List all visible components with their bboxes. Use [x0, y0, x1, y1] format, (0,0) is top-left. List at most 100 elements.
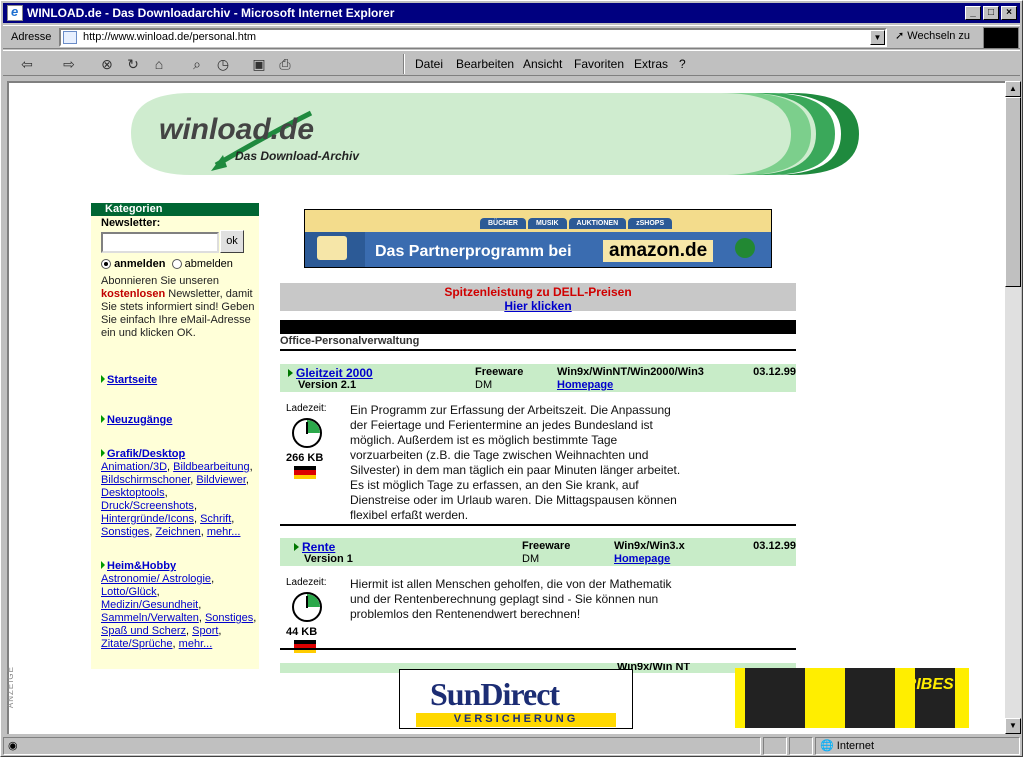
- newsletter-ok-button[interactable]: ok: [220, 230, 244, 253]
- load-time-label: Ladezeit:: [286, 577, 327, 588]
- forward-icon[interactable]: ⇨: [59, 54, 79, 74]
- menu-ansicht[interactable]: Ansicht: [523, 57, 562, 71]
- minimize-button[interactable]: _: [965, 6, 981, 20]
- link-lotto[interactable]: Lotto/Glück: [101, 586, 157, 598]
- browser-window: WINLOAD.de - Das Downloadarchiv - Micros…: [0, 0, 1023, 757]
- link-hintergruende[interactable]: Hintergründe/Icons: [101, 513, 194, 525]
- link-sport[interactable]: Sport: [192, 625, 218, 637]
- sundirect-subtitle: VERSICHERUNG: [416, 713, 616, 727]
- german-flag-icon: [294, 640, 316, 653]
- program-name-link[interactable]: Rente: [302, 540, 335, 554]
- radio-abmelden-label: abmelden: [184, 258, 233, 270]
- radio-anmelden[interactable]: [101, 259, 111, 270]
- globe-zone-icon: 🌐: [820, 740, 834, 752]
- clock-icon: [292, 592, 322, 622]
- file-size: 44 KB: [286, 626, 318, 638]
- menu-favoriten[interactable]: Favoriten: [574, 57, 624, 71]
- black-divider: [280, 320, 796, 334]
- link-zeichnen[interactable]: Zeichnen: [155, 526, 200, 538]
- nav-grafik[interactable]: Grafik/Desktop: [107, 448, 185, 460]
- dell-headline: Spitzenleistung zu DELL-Preisen: [444, 285, 632, 299]
- program-description: Hiermit ist allen Menschen geholfen, die…: [350, 577, 672, 621]
- link-sammeln[interactable]: Sammeln/Verwalten: [101, 612, 199, 624]
- amazon-ad-banner[interactable]: BÜCHER MUSIK AUKTIONEN zSHOPS Das Partne…: [304, 209, 772, 268]
- print-icon[interactable]: ⎙: [275, 54, 295, 74]
- program-license: Freeware: [475, 366, 524, 378]
- sidebar: Kategorien Newsletter: ok anmelden abmel…: [91, 203, 259, 669]
- nav-heim[interactable]: Heim&Hobby: [107, 560, 176, 572]
- home-icon[interactable]: ⌂: [149, 54, 169, 74]
- history-icon[interactable]: ◷: [213, 54, 233, 74]
- menu-extras[interactable]: Extras: [634, 57, 668, 71]
- link-schrift[interactable]: Schrift: [200, 513, 231, 525]
- nav-neuzugaenge[interactable]: Neuzugänge: [101, 414, 172, 427]
- link-animation[interactable]: Animation/3D: [101, 461, 167, 473]
- link-bildviewer[interactable]: Bildviewer: [196, 474, 246, 486]
- sundirect-title: SunDirect: [430, 676, 560, 712]
- fullscreen-icon[interactable]: ▣: [249, 54, 269, 74]
- link-astronomie[interactable]: Astronomie/ Astrologie: [101, 573, 211, 585]
- program-description: Ein Programm zur Erfassung der Arbeitsze…: [350, 403, 681, 522]
- scroll-thumb[interactable]: [1005, 97, 1021, 287]
- link-heim-sonstiges[interactable]: Sonstiges: [205, 612, 253, 624]
- refresh-icon[interactable]: ↻: [123, 54, 143, 74]
- go-button[interactable]: ➚ Wechseln zu: [895, 29, 970, 42]
- radio-abmelden[interactable]: [171, 259, 182, 270]
- toolbar: ⇦ ⇨ ⊗ ↻ ⌂ ⌕ ◷ ▣ ⎙ Datei Bearbeiten Ansic…: [3, 50, 1020, 76]
- zone-indicator: 🌐 Internet: [815, 737, 1020, 755]
- tribes-ad[interactable]: TRIBES: [735, 668, 969, 728]
- close-button[interactable]: ×: [1001, 6, 1017, 20]
- program-homepage-link[interactable]: Homepage: [614, 553, 670, 565]
- program-homepage-link[interactable]: Homepage: [557, 379, 613, 391]
- program-currency: DM: [522, 553, 540, 565]
- back-icon[interactable]: ⇦: [17, 54, 37, 74]
- link-druck[interactable]: Druck/Screenshots: [101, 500, 194, 512]
- program-version: Version 2.1: [298, 379, 357, 391]
- address-input[interactable]: http://www.winload.de/personal.htm ▼: [59, 28, 887, 47]
- link-spass[interactable]: Spaß und Scherz: [101, 625, 186, 637]
- scroll-down-icon[interactable]: ▼: [1005, 718, 1021, 734]
- nav-startseite[interactable]: Startseite: [101, 374, 157, 387]
- category-heim: Heim&Hobby Astronomie/ Astrologie, Lotto…: [101, 560, 257, 651]
- program-license: Freeware: [522, 540, 571, 552]
- newsletter-description: Abonnieren Sie unseren kostenlosen Newsl…: [101, 275, 255, 339]
- link-sonstiges[interactable]: Sonstiges: [101, 526, 149, 538]
- amazon-ad-tabs: BÜCHER MUSIK AUKTIONEN zSHOPS: [480, 218, 674, 229]
- stop-icon[interactable]: ⊗: [97, 54, 117, 74]
- link-mehr[interactable]: mehr...: [207, 526, 241, 538]
- link-zitate[interactable]: Zitate/Sprüche: [101, 638, 173, 650]
- program-os: Win9x/WinNT/Win2000/Win3: [557, 366, 704, 378]
- ie-icon: [7, 4, 23, 21]
- heim-links: Astronomie/ Astrologie, Lotto/Glück, Med…: [101, 573, 257, 650]
- link-bildschirmschoner[interactable]: Bildschirmschoner: [101, 474, 190, 486]
- program-entry: Ladezeit: 44 KB Hiermit ist allen Mensch…: [280, 577, 796, 653]
- vertical-scrollbar[interactable]: ▲ ▼: [1005, 81, 1021, 734]
- load-time-label: Ladezeit:: [286, 403, 327, 414]
- section-title: Office-Personalverwaltung: [280, 335, 796, 351]
- menu-help[interactable]: ?: [679, 57, 686, 71]
- file-size: 266 KB: [286, 452, 324, 464]
- page-icon: [63, 31, 77, 44]
- program-currency: DM: [475, 379, 493, 391]
- link-desktoptools[interactable]: Desktoptools: [101, 487, 165, 499]
- scroll-up-icon[interactable]: ▲: [1005, 81, 1021, 97]
- ad-label: ANZEIGE: [6, 666, 15, 709]
- address-dropdown-icon[interactable]: ▼: [870, 30, 885, 45]
- toolbar-separator: [403, 54, 405, 74]
- page-status-icon: ◉: [8, 740, 18, 752]
- maximize-button[interactable]: □: [983, 6, 999, 20]
- banner-tagline: Das Download-Archiv: [235, 149, 360, 163]
- dell-link[interactable]: Hier klicken: [504, 299, 571, 313]
- windows-logo-icon: [983, 27, 1019, 49]
- menu-bearbeiten[interactable]: Bearbeiten: [456, 57, 514, 71]
- sundirect-ad[interactable]: SunDirect VERSICHERUNG: [399, 669, 633, 729]
- search-icon[interactable]: ⌕: [187, 54, 207, 74]
- entry-divider: [280, 524, 796, 526]
- newsletter-email-input[interactable]: [101, 232, 219, 253]
- link-medizin[interactable]: Medizin/Gesundheit: [101, 599, 198, 611]
- program-name-link[interactable]: Gleitzeit 2000: [296, 366, 373, 380]
- link-bildbearbeitung[interactable]: Bildbearbeitung: [173, 461, 249, 473]
- amazon-brand: amazon.de: [603, 240, 714, 262]
- link-heim-mehr[interactable]: mehr...: [179, 638, 213, 650]
- menu-datei[interactable]: Datei: [415, 57, 443, 71]
